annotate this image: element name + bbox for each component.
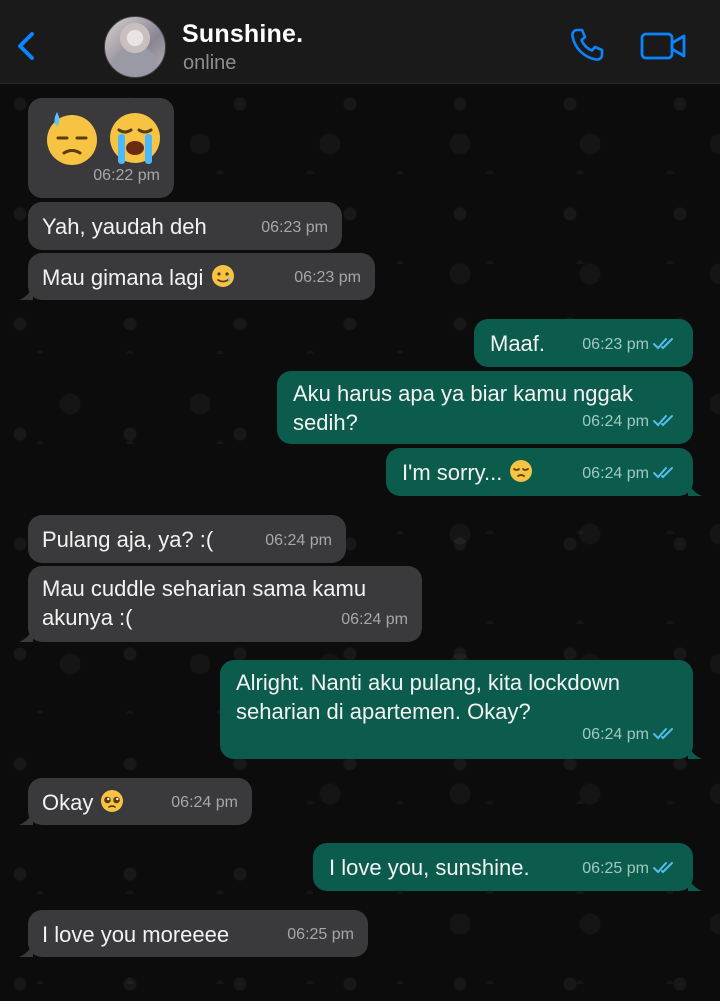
chevron-left-icon[interactable] [12, 28, 42, 64]
pleading-emoji [101, 790, 124, 812]
message-text: Okay [42, 790, 94, 815]
bubble-tail [19, 286, 33, 300]
message-bubble-incoming[interactable]: Mau gimana lagi 06:23 pm [19, 253, 375, 300]
bubble-tail [19, 811, 33, 825]
bubble-tail [19, 628, 33, 642]
message-bubble-incoming[interactable]: Yah, yaudah deh 06:23 pm [28, 202, 342, 250]
message-bubble-incoming[interactable]: 06:22 pm [28, 98, 174, 198]
message-bubble-outgoing[interactable]: Aku harus apa ya biar kamu nggak sedih? … [277, 371, 693, 444]
message-text: Alright. Nanti aku pulang, kita lockdown… [236, 670, 620, 724]
message-time: 06:25 pm [287, 926, 354, 943]
message-time: 06:24 pm [265, 532, 332, 549]
message-time: 06:23 pm [582, 336, 649, 353]
message-bubble-outgoing[interactable]: Maaf. 06:23 pm [474, 319, 693, 367]
message-time: 06:24 pm [171, 794, 238, 811]
message-bubble-incoming[interactable]: Pulang aja, ya? :( 06:24 pm [28, 515, 346, 563]
avatar[interactable] [104, 16, 166, 78]
message-time: 06:24 pm [582, 413, 649, 430]
video-camera-icon[interactable] [640, 28, 688, 64]
message-time: 06:24 pm [341, 611, 408, 628]
bubble-tail [688, 877, 702, 891]
read-receipt-icon [653, 415, 673, 427]
contact-name[interactable]: Sunshine. [182, 20, 303, 49]
message-time: 06:25 pm [582, 860, 649, 877]
bubble-tail [688, 745, 702, 759]
bubble-tail [688, 482, 702, 496]
message-time: 06:22 pm [93, 167, 160, 184]
message-text: Mau gimana lagi [42, 265, 204, 290]
message-bubble-outgoing[interactable]: I'm sorry... 06:24 pm [386, 448, 702, 496]
read-receipt-icon [653, 862, 673, 874]
bubble-tail [19, 943, 33, 957]
message-bubble-incoming[interactable]: Mau cuddle seharian sama kamu akunya :( … [19, 566, 422, 642]
message-bubble-outgoing[interactable]: Alright. Nanti aku pulang, kita lockdown… [220, 660, 702, 759]
message-bubble-outgoing[interactable]: I love you, sunshine. 06:25 pm [313, 843, 702, 891]
contact-status: online [183, 52, 237, 74]
read-receipt-icon [653, 467, 673, 479]
message-time: 06:24 pm [582, 465, 649, 482]
message-text: I'm sorry... [402, 460, 503, 485]
phone-icon[interactable] [568, 26, 606, 64]
message-bubble-incoming[interactable]: I love you moreeee 06:25 pm [19, 910, 368, 957]
downcast-sweat-emoji [47, 112, 97, 165]
message-time: 06:24 pm [582, 726, 649, 743]
pensive-emoji [510, 460, 533, 482]
chat-header: Sunshine. online [0, 0, 720, 84]
message-bubble-incoming[interactable]: Okay 06:24 pm [19, 778, 252, 825]
read-receipt-icon [653, 338, 673, 350]
message-time: 06:23 pm [294, 269, 361, 286]
message-time: 06:23 pm [261, 219, 328, 236]
loudly-crying-emoji [110, 113, 160, 164]
read-receipt-icon [653, 728, 673, 740]
tear-smile-emoji [211, 265, 234, 287]
